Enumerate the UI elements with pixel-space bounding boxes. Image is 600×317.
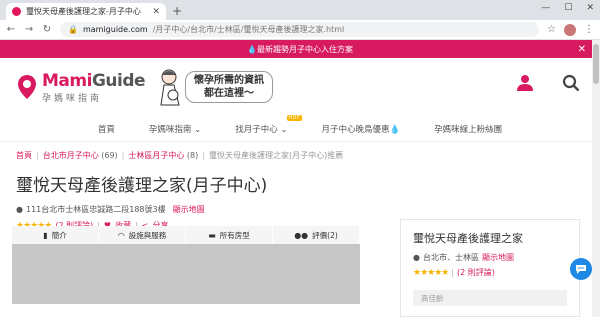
forward-icon[interactable]: →: [24, 24, 34, 35]
nav-item-find-center[interactable]: 找月子中心 ⌄ HOT: [235, 114, 302, 135]
tab-intro-label: 簡介: [51, 230, 67, 240]
summary-map-link[interactable]: 顯示地圖: [482, 252, 514, 263]
tab-facilities[interactable]: ◠ 設施與服務: [99, 226, 186, 244]
minimize-icon[interactable]: —: [541, 3, 550, 13]
user-icon[interactable]: [516, 74, 534, 92]
address-text: 111台北市士林區忠誠路二段188號3樓: [25, 205, 166, 214]
nav-item-early-bird[interactable]: 月子中心晚鳥優惠💧: [322, 123, 401, 135]
address-bar[interactable]: 🔒 mamiguide.com/月子中心/台北市/士林區/璽悅天母產後護理之家.…: [60, 22, 540, 37]
nav-item-fan-page[interactable]: 孕媽咪線上粉絲團: [434, 123, 502, 135]
summary-title: 璽悅天母產後護理之家: [413, 232, 523, 245]
breadcrumb-city-count: (69): [101, 151, 118, 160]
breadcrumb-current: 璽悅天母產後護理之家(月子中心)推薦: [208, 151, 344, 160]
url-path: /月子中心/台北市/士林區/璽悅天母產後護理之家.html: [152, 25, 345, 34]
map-pin-icon: ●: [413, 253, 420, 262]
window-controls: — ☐ ✕: [541, 3, 594, 13]
logo-subtitle: 孕媽咪指南: [42, 93, 103, 104]
main-nav: 首頁 孕媽咪指南 ⌄ 找月子中心 ⌄ HOT 月子中心晚鳥優惠💧 孕媽咪線上粉絲團: [0, 114, 600, 142]
bed-icon: ▬: [208, 230, 216, 240]
tagline-bubble: 懷孕所需的資訊 都在這裡～: [185, 71, 274, 103]
mascot-illustration: [160, 69, 180, 106]
nav-item-guide-label: 孕媽咪指南: [148, 124, 192, 135]
site-header: MamiGuide 孕媽咪指南 懷孕所需的資訊 都在這裡～: [0, 58, 600, 116]
site-favicon-icon: [12, 7, 21, 16]
breadcrumb-district[interactable]: 士林區月子中心: [128, 151, 184, 160]
window-close-icon[interactable]: ✕: [586, 3, 594, 13]
nav-item-home[interactable]: 首頁: [98, 123, 115, 135]
breadcrumb-district-count: (8): [186, 151, 199, 160]
listing-photo[interactable]: [12, 244, 360, 304]
breadcrumb: 首頁 | 台北市月子中心 (69) | 士林區月子中心 (8) | 璽悅天母產後護理之家(月…: [16, 151, 344, 160]
tab-rooms[interactable]: ▬ 所有房型: [186, 226, 273, 244]
breadcrumb-city[interactable]: 台北市月子中心: [43, 151, 99, 160]
summary-location: 台北市．士林區: [422, 253, 479, 262]
tab-reviews[interactable]: ●● 評價(2): [273, 226, 360, 244]
logo-wordmark-a: Mami: [42, 70, 92, 91]
tab-rooms-label: 所有房型: [219, 230, 250, 240]
summary-stars: ★★★★★: [413, 267, 449, 278]
lock-icon: 🔒: [68, 25, 78, 34]
logo-wordmark-b: Guide: [91, 70, 146, 91]
nav-item-guide[interactable]: 孕媽咪指南 ⌄: [149, 123, 201, 135]
map-pin-icon: ●: [16, 205, 23, 214]
listing-content: ▮ 簡介 ◠ 設施與服務 ▬ 所有房型 ●● 評價(2): [12, 226, 360, 304]
chevron-down-icon: ⌄: [280, 124, 288, 135]
summary-reviews-link[interactable]: (2 則評論): [457, 267, 495, 278]
tab-reviews-label: 評價(2): [312, 230, 338, 240]
profile-avatar[interactable]: [564, 23, 576, 36]
scrollbar-thumb[interactable]: [593, 44, 599, 84]
nav-item-find-center-label: 找月子中心: [235, 124, 278, 135]
browser-tabbar: 璽悅天母產後護理之家-月子中心 ✕ + — ☐ ✕: [0, 0, 600, 20]
breadcrumb-home[interactable]: 首頁: [16, 151, 32, 160]
close-tab-icon[interactable]: ✕: [152, 7, 160, 17]
summary-input-field[interactable]: 高佳齡: [413, 290, 567, 306]
chat-bubble-icon: [576, 265, 586, 274]
summary-card: 璽悅天母產後護理之家 ● 台北市．士林區 顯示地圖 ★★★★★ | (2 則評論…: [400, 219, 580, 317]
bookmark-star-icon[interactable]: ☆: [547, 24, 556, 35]
maximize-icon[interactable]: ☐: [564, 3, 572, 13]
logo-pin-icon: [18, 75, 36, 99]
hot-badge: HOT: [286, 114, 302, 121]
tab-facilities-label: 設施與服務: [128, 230, 167, 240]
show-map-link[interactable]: 顯示地圖: [173, 204, 205, 215]
chevron-down-icon: ⌄: [194, 124, 202, 135]
tagline-line-2: 都在這裡～: [204, 88, 255, 99]
wifi-icon: ◠: [117, 230, 125, 240]
promo-close-icon[interactable]: ✕: [578, 44, 586, 55]
promo-banner[interactable]: 💧最新趨勢月子中心入住方案 ✕: [0, 40, 600, 58]
new-tab-icon[interactable]: +: [172, 4, 182, 18]
tagline-line-1: 懷孕所需的資訊: [194, 75, 265, 86]
listing-address: ● 111台北市士林區忠誠路二段188號3樓 顯示地圖: [0, 196, 600, 215]
promo-text[interactable]: 💧最新趨勢月子中心入住方案: [247, 44, 353, 55]
search-icon[interactable]: [562, 74, 580, 92]
browser-tab[interactable]: 璽悅天母產後護理之家-月子中心 ✕: [6, 3, 166, 20]
menu-dots-icon[interactable]: ⋮: [584, 24, 594, 35]
chat-button[interactable]: [570, 258, 592, 280]
url-domain: mamiguide.com: [82, 25, 148, 34]
reload-icon[interactable]: ↻: [42, 24, 52, 35]
page-title: 璽悅天母產後護理之家(月子中心): [16, 176, 268, 196]
logo-wordmark: MamiGuide: [42, 70, 146, 91]
content-tabs: ▮ 簡介 ◠ 設施與服務 ▬ 所有房型 ●● 評價(2): [12, 226, 360, 244]
browser-toolbar: ← → ↻ 🔒 mamiguide.com/月子中心/台北市/士林區/璽悅天母產…: [0, 20, 600, 40]
users-icon: ●●: [294, 230, 309, 240]
site-logo[interactable]: MamiGuide 孕媽咪指南: [16, 70, 146, 104]
book-icon: ▮: [43, 230, 48, 240]
tab-intro[interactable]: ▮ 簡介: [12, 226, 99, 244]
back-icon[interactable]: ←: [6, 24, 16, 35]
browser-tab-title: 璽悅天母產後護理之家-月子中心: [26, 7, 141, 16]
